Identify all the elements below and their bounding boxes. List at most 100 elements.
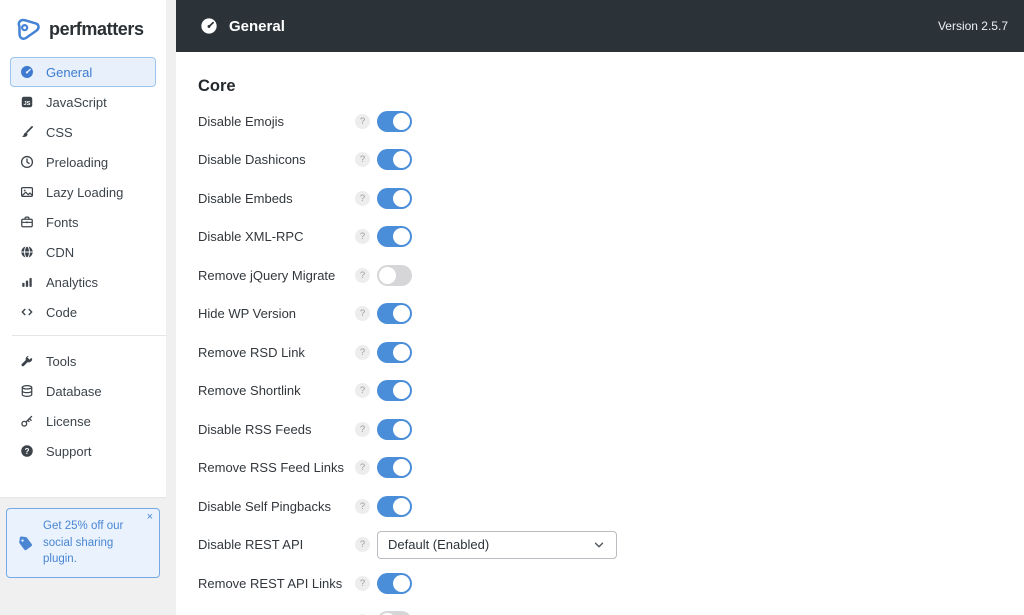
perfmatters-settings-page: perfmatters General JS JavaScript CSS Pr… bbox=[0, 0, 1024, 615]
sidebar-item-label: Code bbox=[46, 304, 78, 320]
promo-link[interactable]: Get 25% off our social sharing plugin. bbox=[43, 518, 149, 568]
image-icon bbox=[20, 185, 34, 199]
sidebar-item-code[interactable]: Code bbox=[10, 297, 156, 327]
setting-row-disable-self-pingbacks: Disable Self Pingbacks ? bbox=[176, 487, 1024, 526]
page-header: General Version 2.5.7 bbox=[176, 0, 1024, 52]
close-icon[interactable]: × bbox=[147, 512, 153, 523]
globe-icon bbox=[20, 245, 34, 259]
sidebar-item-preloading[interactable]: Preloading bbox=[10, 147, 156, 177]
sidebar-item-label: License bbox=[46, 413, 91, 429]
rest-api-select[interactable]: Default (Enabled) bbox=[377, 530, 617, 559]
section-title: Core bbox=[198, 77, 236, 95]
sidebar-item-general[interactable]: General bbox=[10, 57, 156, 87]
help-icon[interactable]: ? bbox=[355, 113, 370, 129]
setting-row-disable-rss-feeds: Disable RSS Feeds ? bbox=[176, 410, 1024, 449]
sidebar-item-support[interactable]: ? Support bbox=[10, 436, 156, 466]
sidebar: perfmatters General JS JavaScript CSS Pr… bbox=[0, 0, 166, 497]
tag-icon bbox=[17, 535, 34, 552]
javascript-icon: JS bbox=[20, 95, 34, 109]
setting-label: Hide WP Version bbox=[198, 306, 297, 322]
sidebar-item-label: Tools bbox=[46, 353, 77, 369]
setting-label: Disable Self Pingbacks bbox=[198, 498, 331, 514]
briefcase-icon bbox=[20, 215, 34, 229]
sidebar-item-label: CSS bbox=[46, 124, 73, 140]
svg-text:?: ? bbox=[25, 447, 30, 456]
setting-label: Remove jQuery Migrate bbox=[198, 267, 336, 283]
toggle-switch[interactable] bbox=[377, 418, 412, 440]
perfmatters-pick-icon bbox=[14, 16, 41, 43]
main-panel: General Version 2.5.7 Core Disable Emoji… bbox=[176, 0, 1024, 615]
sidebar-item-database[interactable]: Database bbox=[10, 376, 156, 406]
setting-label: Remove RSD Link bbox=[198, 344, 305, 360]
toggle-switch[interactable] bbox=[377, 380, 412, 402]
chevron-down-icon bbox=[592, 538, 606, 552]
setting-row-remove-jquery-migrate: Remove jQuery Migrate ? bbox=[176, 256, 1024, 295]
setting-label: Disable RSS Feeds bbox=[198, 421, 312, 437]
sidebar-item-label: Support bbox=[46, 443, 92, 459]
help-icon[interactable]: ? bbox=[355, 460, 370, 476]
question-circle-icon: ? bbox=[20, 444, 34, 458]
select-value: Default (Enabled) bbox=[388, 537, 490, 553]
setting-row-disable-xml-rpc: Disable XML-RPC ? bbox=[176, 218, 1024, 257]
sidebar-item-fonts[interactable]: Fonts bbox=[10, 207, 156, 237]
help-icon[interactable]: ? bbox=[355, 421, 370, 437]
sidebar-item-css[interactable]: CSS bbox=[10, 117, 156, 147]
toggle-switch[interactable] bbox=[377, 110, 412, 132]
sidebar-item-lazy-loading[interactable]: Lazy Loading bbox=[10, 177, 156, 207]
sidebar-divider bbox=[12, 335, 166, 336]
clock-icon bbox=[20, 155, 34, 169]
toggle-switch[interactable] bbox=[377, 495, 412, 517]
sidebar-item-javascript[interactable]: JS JavaScript bbox=[10, 87, 156, 117]
brand-name: perfmatters bbox=[49, 19, 144, 39]
help-icon[interactable]: ? bbox=[355, 267, 370, 283]
toggle-switch[interactable] bbox=[377, 303, 412, 325]
help-icon[interactable]: ? bbox=[355, 229, 370, 245]
sidebar-item-cdn[interactable]: CDN bbox=[10, 237, 156, 267]
setting-row-remove-rss-feed-links: Remove RSS Feed Links ? bbox=[176, 449, 1024, 488]
toggle-switch[interactable] bbox=[377, 187, 412, 209]
setting-row-remove-rsd-link: Remove RSD Link ? bbox=[176, 333, 1024, 372]
help-icon[interactable]: ? bbox=[355, 344, 370, 360]
setting-label: Disable XML-RPC bbox=[198, 229, 304, 245]
promo-banner: Get 25% off our social sharing plugin. × bbox=[6, 508, 160, 579]
sidebar-item-label: CDN bbox=[46, 244, 75, 260]
toggle-switch[interactable] bbox=[377, 341, 412, 363]
setting-row-disable-emojis: Disable Emojis ? bbox=[176, 102, 1024, 141]
toggle-switch[interactable] bbox=[377, 457, 412, 479]
help-icon[interactable]: ? bbox=[355, 575, 370, 591]
key-icon bbox=[20, 414, 34, 428]
sidebar-item-license[interactable]: License bbox=[10, 406, 156, 436]
help-icon[interactable]: ? bbox=[355, 152, 370, 168]
toggle-switch[interactable] bbox=[377, 149, 412, 171]
help-icon[interactable]: ? bbox=[355, 383, 370, 399]
setting-row-disable-embeds: Disable Embeds ? bbox=[176, 179, 1024, 218]
sidebar-item-label: Preloading bbox=[46, 154, 109, 170]
toggle-switch[interactable] bbox=[377, 226, 412, 248]
toggle-switch[interactable] bbox=[377, 572, 412, 594]
setting-row-remove-shortlink: Remove Shortlink ? bbox=[176, 372, 1024, 411]
setting-row-hide-wp-version: Hide WP Version ? bbox=[176, 295, 1024, 334]
setting-label: Disable Embeds bbox=[198, 190, 293, 206]
page-title: General bbox=[229, 17, 285, 35]
help-icon[interactable]: ? bbox=[355, 306, 370, 322]
sidebar-item-label: General bbox=[46, 64, 93, 80]
help-icon[interactable]: ? bbox=[355, 498, 370, 514]
version-label: Version 2.5.7 bbox=[937, 19, 1008, 33]
sidebar-item-analytics[interactable]: Analytics bbox=[10, 267, 156, 297]
brush-icon bbox=[20, 125, 34, 139]
toggle-switch[interactable] bbox=[377, 264, 412, 286]
help-icon[interactable]: ? bbox=[355, 537, 370, 553]
toggle-switch[interactable] bbox=[377, 611, 412, 615]
setting-label: Remove Shortlink bbox=[198, 383, 301, 399]
setting-label: Disable REST API bbox=[198, 537, 304, 553]
settings-content: Core Disable Emojis ? Disable Dashicons … bbox=[176, 52, 1024, 615]
setting-row-disable-rest-api: Disable REST API ? Default (Enabled) bbox=[176, 526, 1024, 565]
help-icon[interactable]: ? bbox=[355, 190, 370, 206]
setting-label: Remove REST API Links bbox=[198, 575, 343, 591]
wrench-icon bbox=[20, 354, 34, 368]
setting-row-remove-rest-api-links: Remove REST API Links ? bbox=[176, 564, 1024, 603]
sidebar-item-tools[interactable]: Tools bbox=[10, 346, 156, 376]
bar-chart-icon bbox=[20, 275, 34, 289]
setting-row-partial: ? bbox=[176, 603, 1024, 615]
sidebar-nav-secondary: Tools Database License ? Support bbox=[0, 344, 166, 466]
